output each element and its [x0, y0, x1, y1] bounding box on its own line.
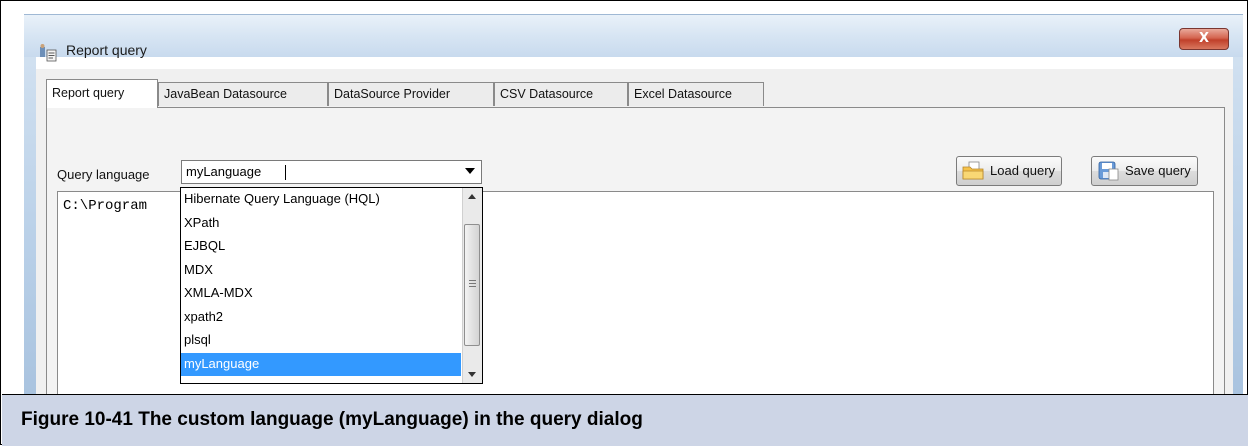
query-language-dropdown-list[interactable]: Hibernate Query Language (HQL) XPath EJB… [180, 187, 483, 384]
list-item[interactable]: plsql [181, 329, 461, 352]
grip-line [469, 280, 476, 281]
grip-line [469, 283, 476, 284]
tab-excel-datasource[interactable]: Excel Datasource [628, 82, 764, 106]
scroll-up-arrow-icon[interactable] [463, 188, 482, 205]
save-query-button[interactable]: Save query [1091, 156, 1198, 186]
list-item-selected[interactable]: myLanguage [181, 353, 461, 376]
query-language-value: myLanguage [186, 164, 262, 179]
query-editor-text: C:\Program [63, 198, 148, 214]
report-query-app-icon [40, 44, 57, 62]
tab-datasource-provider[interactable]: DataSource Provider [328, 82, 494, 106]
text-caret [285, 165, 286, 180]
close-button[interactable]: X [1179, 28, 1229, 50]
load-query-button[interactable]: Load query [956, 156, 1063, 186]
folder-open-icon [962, 161, 984, 180]
query-language-combo[interactable]: myLanguage [181, 160, 482, 184]
figure-caption-bar: Figure 10-41 The custom language (myLang… [2, 394, 1248, 446]
tab-csv-datasource[interactable]: CSV Datasource [494, 82, 628, 106]
scrollbar-thumb[interactable] [464, 224, 480, 346]
save-query-label: Save query [1125, 163, 1191, 178]
load-query-label: Load query [990, 163, 1056, 178]
list-item[interactable]: XPath [181, 212, 461, 235]
list-item[interactable]: XMLA-MDX [181, 282, 461, 305]
tab-report-query[interactable]: Report query [46, 79, 158, 108]
dropdown-scrollbar[interactable] [462, 188, 482, 383]
list-item[interactable]: xpath2 [181, 306, 461, 329]
query-language-label: Query language [57, 167, 150, 182]
save-disk-icon [1098, 161, 1119, 181]
tab-panel-report-query: Query language myLanguage Load query Sav… [46, 107, 1225, 394]
close-icon: X [1198, 31, 1210, 46]
figure-frame: Report query X Report query JavaBean Dat… [0, 0, 1248, 446]
tab-javabean-datasource[interactable]: JavaBean Datasource [158, 82, 328, 106]
list-item[interactable]: EJBQL [181, 235, 461, 258]
window-title: Report query [66, 42, 147, 58]
window-border-left [24, 14, 36, 394]
scroll-down-arrow-icon[interactable] [463, 366, 482, 383]
figure-caption: Figure 10-41 The custom language (myLang… [21, 409, 643, 430]
dialog-client-area: Report query JavaBean Datasource DataSou… [36, 69, 1233, 394]
grip-line [469, 286, 476, 287]
dialog-screenshot: Report query X Report query JavaBean Dat… [24, 14, 1243, 394]
list-item[interactable]: Hibernate Query Language (HQL) [181, 188, 461, 211]
list-item[interactable]: MDX [181, 259, 461, 282]
title-bar[interactable]: Report query X [24, 14, 1243, 62]
chevron-down-icon[interactable] [465, 168, 475, 174]
window-border-right [1233, 14, 1243, 394]
